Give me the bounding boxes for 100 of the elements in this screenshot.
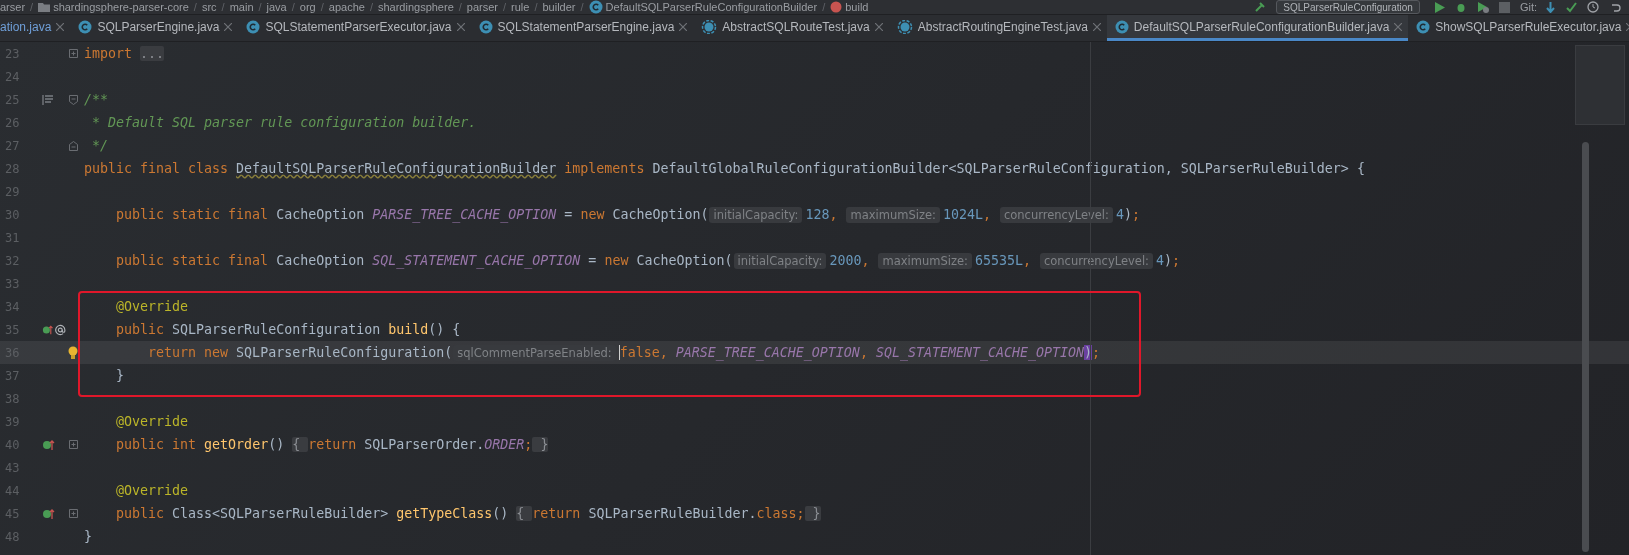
- abstract-class-icon: [701, 19, 718, 34]
- fold-icon[interactable]: [68, 140, 78, 151]
- path-separator: /: [534, 1, 538, 13]
- doc-lines-icon[interactable]: [42, 93, 54, 106]
- file-tab[interactable]: AbstractRoutingEngineTest.java: [888, 15, 1107, 41]
- code-text: Class<SQLParserRuleBuilder>: [172, 506, 390, 521]
- class-icon: [246, 19, 261, 34]
- stop-icon[interactable]: [1498, 1, 1510, 13]
- parameter-hint: maximumSize:: [878, 252, 972, 269]
- coverage-icon[interactable]: [1476, 1, 1489, 13]
- keyword-text: new: [580, 207, 606, 222]
- comment-text: */: [91, 138, 109, 153]
- close-icon[interactable]: [1092, 22, 1101, 31]
- breadcrumb-item[interactable]: main: [229, 1, 254, 13]
- expand-icon[interactable]: [68, 440, 78, 449]
- implements-icon[interactable]: [42, 323, 54, 336]
- breadcrumb-item[interactable]: apache: [328, 1, 365, 13]
- keyword-text: ;: [1092, 345, 1101, 360]
- code-text: CacheOption(: [612, 207, 709, 222]
- run-icon[interactable]: [1433, 1, 1445, 13]
- update-icon[interactable]: [1545, 1, 1556, 13]
- number-text: 2000: [829, 253, 862, 268]
- fold-icon[interactable]: [68, 94, 78, 105]
- code-text: () {: [428, 322, 461, 337]
- keyword-text: return new: [147, 345, 230, 360]
- close-icon[interactable]: [56, 22, 65, 31]
- path-separator: /: [258, 1, 262, 13]
- keyword-text: ,: [1022, 253, 1032, 268]
- file-tab[interactable]: ShowSQLParserRuleExecutor.java: [1408, 15, 1629, 41]
- close-icon[interactable]: [1394, 22, 1403, 31]
- breadcrumb-item[interactable]: arser: [0, 1, 26, 13]
- close-icon[interactable]: [456, 22, 465, 31]
- breadcrumb-item[interactable]: DefaultSQLParserRuleConfigurationBuilder: [605, 1, 818, 13]
- method-name: getTypeClass: [396, 506, 493, 521]
- file-tab[interactable]: ation.java: [0, 15, 71, 41]
- scrollbar[interactable]: [1582, 142, 1589, 552]
- expand-icon[interactable]: [68, 509, 78, 518]
- keyword-text: public static final: [115, 253, 270, 268]
- code-text: SQLParserRuleConfiguration(: [236, 345, 453, 360]
- keyword-text: ,: [859, 345, 869, 360]
- annotation-text: @Override: [115, 299, 189, 314]
- number-text: 1024L: [942, 207, 983, 222]
- keyword-text: public: [115, 506, 166, 521]
- folded-code: ...: [140, 46, 165, 61]
- keyword-text: ;: [1172, 253, 1180, 268]
- breadcrumb-item[interactable]: shardingsphere-parser-core: [53, 1, 189, 13]
- constant-text: PARSE_TREE_CACHE_OPTION: [675, 345, 860, 360]
- breadcrumb-item[interactable]: shardingsphere: [377, 1, 454, 13]
- code-text: (): [492, 506, 510, 521]
- close-icon[interactable]: [874, 22, 883, 31]
- parameter-hint: concurrencyLevel:: [1039, 252, 1153, 269]
- file-tab[interactable]: SQLParserEngine.java: [70, 15, 239, 41]
- path-separator: /: [822, 1, 826, 13]
- file-tab[interactable]: AbstractSQLRouteTest.java: [693, 15, 889, 41]
- keyword-text: ,: [982, 207, 992, 222]
- expand-icon[interactable]: [68, 49, 78, 58]
- number-text: 4: [1115, 207, 1124, 222]
- close-icon[interactable]: [679, 22, 688, 31]
- class-icon: [588, 0, 603, 14]
- breadcrumb-item[interactable]: org: [299, 1, 316, 13]
- check-icon[interactable]: [1566, 1, 1577, 13]
- keyword-text: ;: [524, 437, 533, 452]
- file-tab[interactable]: SQLStatementParserEngine.java: [470, 15, 694, 41]
- history-icon[interactable]: [1587, 1, 1599, 13]
- class-icon: [78, 19, 93, 34]
- keyword-text: ,: [659, 345, 669, 360]
- path-separator: /: [30, 1, 34, 13]
- run-configuration-dropdown[interactable]: SQLParserRuleConfiguration: [1276, 0, 1420, 14]
- code-text: =: [587, 253, 598, 268]
- hammer-icon[interactable]: [1254, 1, 1267, 13]
- vcs-label: Git:: [1519, 1, 1537, 13]
- implements-icon[interactable]: [42, 507, 55, 520]
- breadcrumb-item[interactable]: rule: [511, 1, 530, 13]
- at-sign-icon[interactable]: [55, 323, 66, 336]
- code-text: }: [115, 368, 125, 383]
- folded-code: }: [804, 506, 821, 521]
- keyword-text: public int: [115, 437, 198, 452]
- code-text: CacheOption: [276, 207, 366, 222]
- keyword-text: ,: [829, 207, 839, 222]
- close-icon[interactable]: [224, 22, 233, 31]
- undo-icon[interactable]: [1609, 1, 1621, 13]
- breadcrumb-item[interactable]: builder: [542, 1, 576, 13]
- code-text: (): [268, 437, 286, 452]
- path-separator: /: [369, 1, 373, 13]
- file-tab[interactable]: SQLStatementParserExecutor.java: [238, 15, 471, 41]
- folded-code: }: [532, 437, 549, 452]
- breadcrumb-item[interactable]: build: [845, 1, 869, 13]
- keyword-text: return: [532, 506, 582, 521]
- method-icon: [830, 1, 843, 13]
- breadcrumb-item[interactable]: src: [201, 1, 217, 13]
- folded-code: {: [292, 437, 309, 452]
- breadcrumb-item[interactable]: parser: [466, 1, 499, 13]
- folder-icon: [38, 2, 51, 12]
- constant-text: PARSE_TREE_CACHE_OPTION: [372, 207, 557, 222]
- implements-icon[interactable]: [42, 438, 55, 451]
- keyword-text: false: [618, 345, 660, 360]
- code-text: }: [84, 529, 92, 544]
- lightbulb-icon[interactable]: [68, 345, 78, 360]
- file-tab[interactable]: DefaultSQLParserRuleConfigurationBuilder.java: [1106, 15, 1409, 41]
- breadcrumb-item[interactable]: java: [266, 1, 287, 13]
